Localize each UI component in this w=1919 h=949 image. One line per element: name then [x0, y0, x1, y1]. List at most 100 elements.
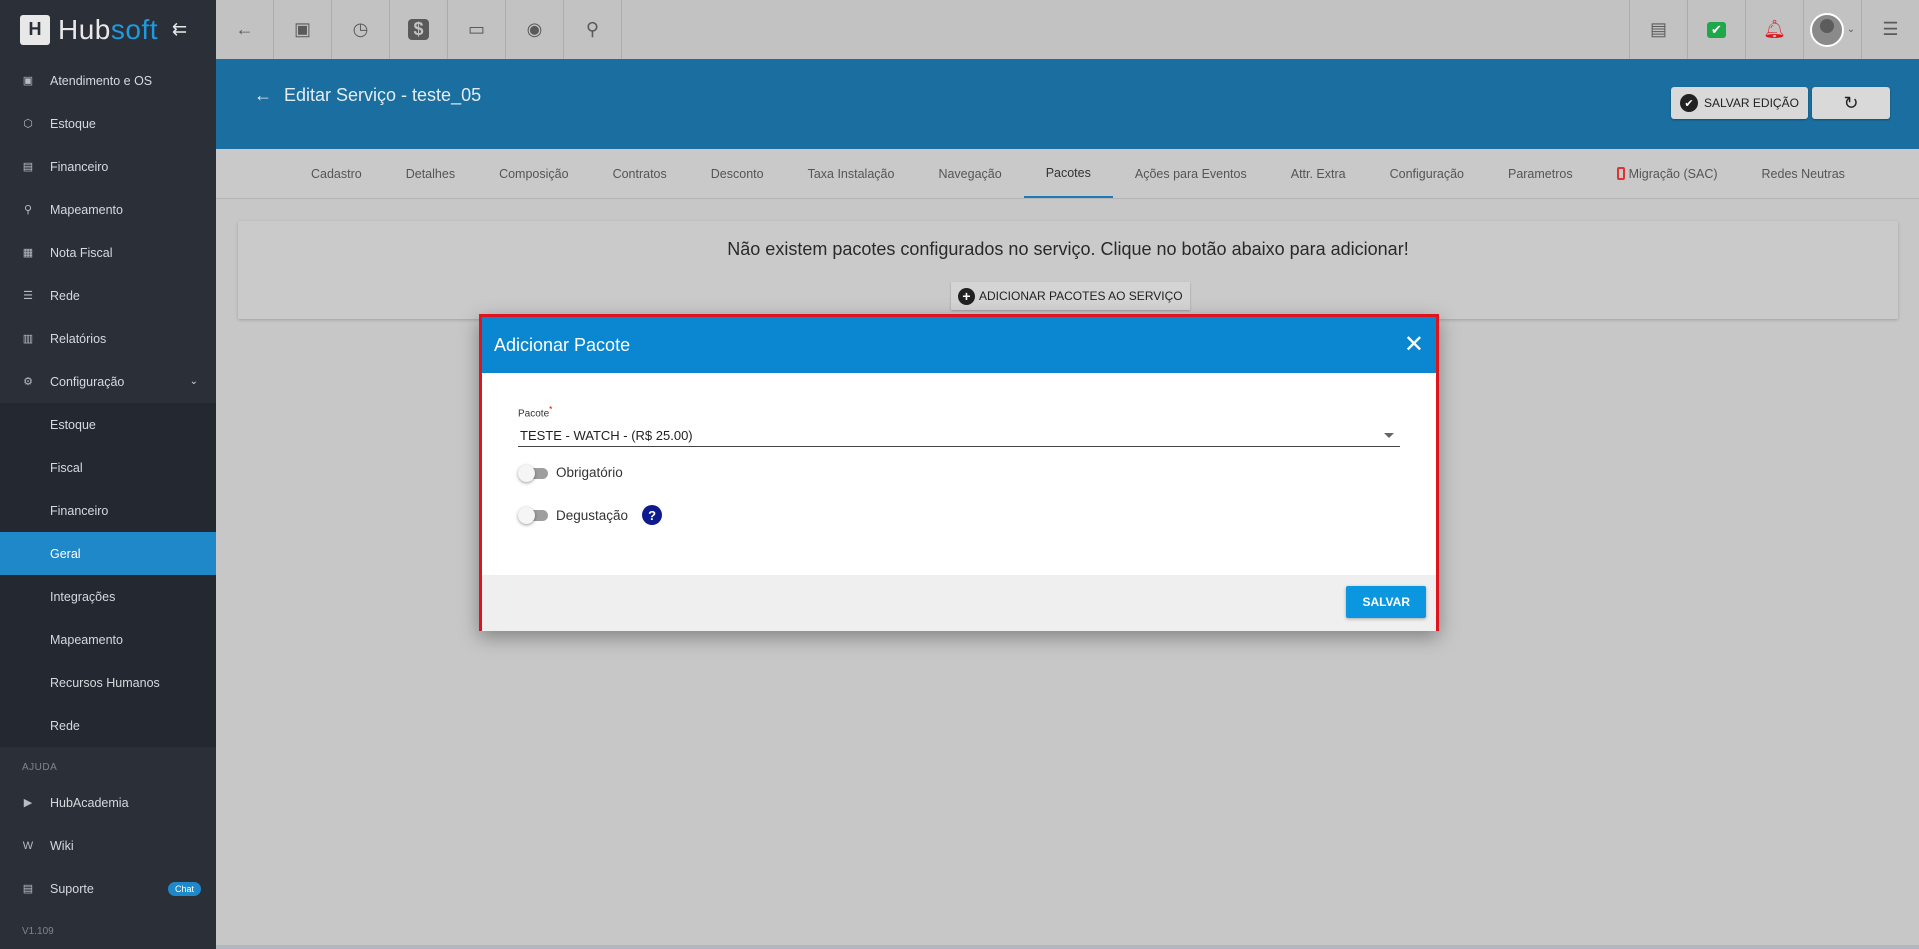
- modal-header: Adicionar Pacote ✕: [482, 317, 1436, 373]
- sidebar-subitem-label: Mapeamento: [50, 632, 123, 647]
- contact-card-icon[interactable]: ▣: [274, 0, 332, 59]
- sidebar-item-hubacademia[interactable]: ▶ HubAcademia: [0, 781, 216, 824]
- sidebar-subitem-financeiro[interactable]: Financeiro: [0, 489, 216, 532]
- back-arrow-icon[interactable]: ←: [254, 85, 272, 105]
- menu-list-icon[interactable]: ☰: [1861, 0, 1919, 59]
- tab-contratos[interactable]: Contratos: [591, 149, 689, 198]
- sidebar-subitem-integracoes[interactable]: Integrações: [0, 575, 216, 618]
- obrigatorio-label: Obrigatório: [556, 465, 623, 481]
- sidebar-item-estoque[interactable]: ⬡ Estoque: [0, 102, 216, 145]
- tab-composicao[interactable]: Composição: [477, 149, 590, 198]
- tab-taxa-instalacao[interactable]: Taxa Instalação: [786, 149, 917, 198]
- add-package-modal: Adicionar Pacote ✕ Pacote* TESTE - WATCH…: [479, 314, 1439, 631]
- calendar-clock-icon[interactable]: ◷: [332, 0, 390, 59]
- sidebar-item-nota-fiscal[interactable]: ▦ Nota Fiscal: [0, 231, 216, 274]
- pacote-select[interactable]: TESTE - WATCH - (R$ 25.00): [518, 425, 1400, 448]
- sidebar-item-label: Atendimento e OS: [50, 73, 153, 88]
- sidebar-subitem-label: Geral: [50, 546, 81, 561]
- money-icon: ▤: [22, 160, 34, 173]
- tab-cadastro[interactable]: Cadastro: [289, 149, 384, 198]
- phone-icon: [1616, 167, 1625, 180]
- help-icon[interactable]: ?: [642, 505, 663, 526]
- search-icon[interactable]: ⚲: [564, 0, 622, 59]
- sidebar-subitem-mapeamento[interactable]: Mapeamento: [0, 618, 216, 661]
- sidebar-item-atendimento-os[interactable]: ▣ Atendimento e OS: [0, 59, 216, 102]
- help-section-title: AJUDA: [22, 761, 58, 773]
- eye-icon[interactable]: ◉: [506, 0, 564, 59]
- modal-title: Adicionar Pacote: [494, 334, 631, 355]
- alarm-bell-icon[interactable]: 🔔︎: [1745, 0, 1803, 59]
- save-button[interactable]: SALVAR: [1346, 586, 1426, 618]
- tab-label: Migração (SAC): [1628, 166, 1718, 181]
- pacotes-card: Não existem pacotes configurados no serv…: [238, 221, 1898, 319]
- bottom-strip: [216, 945, 1919, 949]
- check-circle-icon: ✔: [1680, 94, 1698, 112]
- tab-redes-neutras[interactable]: Redes Neutras: [1740, 149, 1867, 198]
- pdf-icon[interactable]: ▤: [1629, 0, 1687, 59]
- add-packages-label: ADICIONAR PACOTES AO SERVIÇO: [979, 289, 1183, 303]
- sidebar-item-relatorios[interactable]: ▥ Relatórios: [0, 317, 216, 360]
- tab-attr-extra[interactable]: Attr. Extra: [1269, 149, 1368, 198]
- terminal-icon[interactable]: ▭: [448, 0, 506, 59]
- dollar-icon[interactable]: $: [390, 0, 448, 59]
- sidebar-item-suporte[interactable]: ▤ Suporte Chat: [0, 867, 216, 910]
- sidebar-subitem-rede[interactable]: Rede: [0, 704, 216, 747]
- refresh-button[interactable]: ↻: [1812, 87, 1890, 119]
- network-icon: ☰: [23, 289, 33, 302]
- tab-configuracao[interactable]: Configuração: [1368, 149, 1486, 198]
- user-menu[interactable]: ⌄: [1803, 0, 1861, 59]
- degustacao-row: Degustação ?: [518, 505, 1400, 526]
- sidebar-subitem-label: Estoque: [50, 417, 96, 432]
- brand: H Hubsoft ⇇: [0, 0, 216, 59]
- tab-parametros[interactable]: Parametros: [1486, 149, 1595, 198]
- degustacao-toggle[interactable]: [518, 507, 548, 525]
- chat-badge[interactable]: Chat: [167, 881, 201, 896]
- sidebar-subitem-geral[interactable]: Geral: [0, 532, 216, 575]
- close-icon[interactable]: ✕: [1404, 333, 1424, 357]
- tab-desconto[interactable]: Desconto: [689, 149, 786, 198]
- tab-navegacao[interactable]: Navegação: [916, 149, 1023, 198]
- sidebar-item-wiki[interactable]: W Wiki: [0, 824, 216, 867]
- tab-migracao-sac[interactable]: Migração (SAC): [1595, 149, 1740, 198]
- pacote-label-text: Pacote: [518, 408, 550, 420]
- toolbar-right-group: ▤ ✔ 🔔︎ ⌄ ☰: [1629, 0, 1919, 59]
- sidebar-item-mapeamento[interactable]: ⚲ Mapeamento: [0, 188, 216, 231]
- chevron-down-icon: ⌄: [1846, 24, 1856, 35]
- dropdown-caret-icon: [1384, 433, 1394, 439]
- sidebar-subitem-label: Fiscal: [50, 460, 83, 475]
- back-arrow-icon[interactable]: ←: [216, 0, 274, 59]
- collapse-arrow-icon[interactable]: ⇇: [172, 19, 187, 40]
- degustacao-label: Degustação: [556, 507, 629, 523]
- sidebar-subitem-recursos-humanos[interactable]: Recursos Humanos: [0, 661, 216, 704]
- avatar: [1809, 12, 1844, 47]
- sidebar: H Hubsoft ⇇ ▣ Atendimento e OS ⬡ Estoque…: [0, 0, 216, 949]
- add-packages-button[interactable]: + ADICIONAR PACOTES AO SERVIÇO: [951, 282, 1190, 310]
- tab-acoes-eventos[interactable]: Ações para Eventos: [1113, 149, 1269, 198]
- sidebar-item-label: Configuração: [50, 374, 125, 389]
- sidebar-item-configuracao[interactable]: ⚙ Configuração ⌄: [0, 360, 216, 403]
- youtube-icon: ▶: [23, 796, 33, 809]
- sidebar-item-label: Suporte: [50, 881, 94, 896]
- sidebar-item-financeiro[interactable]: ▤ Financeiro: [0, 145, 216, 188]
- report-icon: ▥: [22, 332, 34, 345]
- hubsoft-logo-icon: H: [20, 14, 50, 45]
- modal-body: Pacote* TESTE - WATCH - (R$ 25.00) Obrig…: [482, 373, 1436, 575]
- toggle-thumb: [518, 464, 535, 482]
- page-title-text: Editar Serviço - teste_05: [284, 85, 482, 105]
- gear-icon: ⚙: [23, 375, 33, 388]
- empty-message: Não existem pacotes configurados no serv…: [727, 239, 1409, 259]
- sidebar-subitem-estoque[interactable]: Estoque: [0, 403, 216, 446]
- sidebar-item-label: Financeiro: [50, 159, 109, 174]
- chevron-down-icon: ⌄: [189, 376, 198, 387]
- sidebar-subitem-fiscal[interactable]: Fiscal: [0, 446, 216, 489]
- check-chat-icon[interactable]: ✔: [1687, 0, 1745, 59]
- sidebar-item-rede[interactable]: ☰ Rede: [0, 274, 216, 317]
- brand-name-prefix: Hub: [58, 13, 111, 45]
- save-edit-button[interactable]: ✔ SALVAR EDIÇÃO: [1671, 87, 1808, 119]
- tab-detalhes[interactable]: Detalhes: [384, 149, 477, 198]
- top-toolbar: ← ▣ ◷ $ ▭ ◉ ⚲ ▤ ✔ 🔔︎ ⌄ ☰: [216, 0, 1919, 59]
- tab-pacotes[interactable]: Pacotes: [1023, 149, 1113, 198]
- sidebar-subitem-label: Rede: [50, 718, 80, 733]
- obrigatorio-toggle[interactable]: [518, 464, 548, 482]
- sidebar-item-label: HubAcademia: [50, 795, 129, 810]
